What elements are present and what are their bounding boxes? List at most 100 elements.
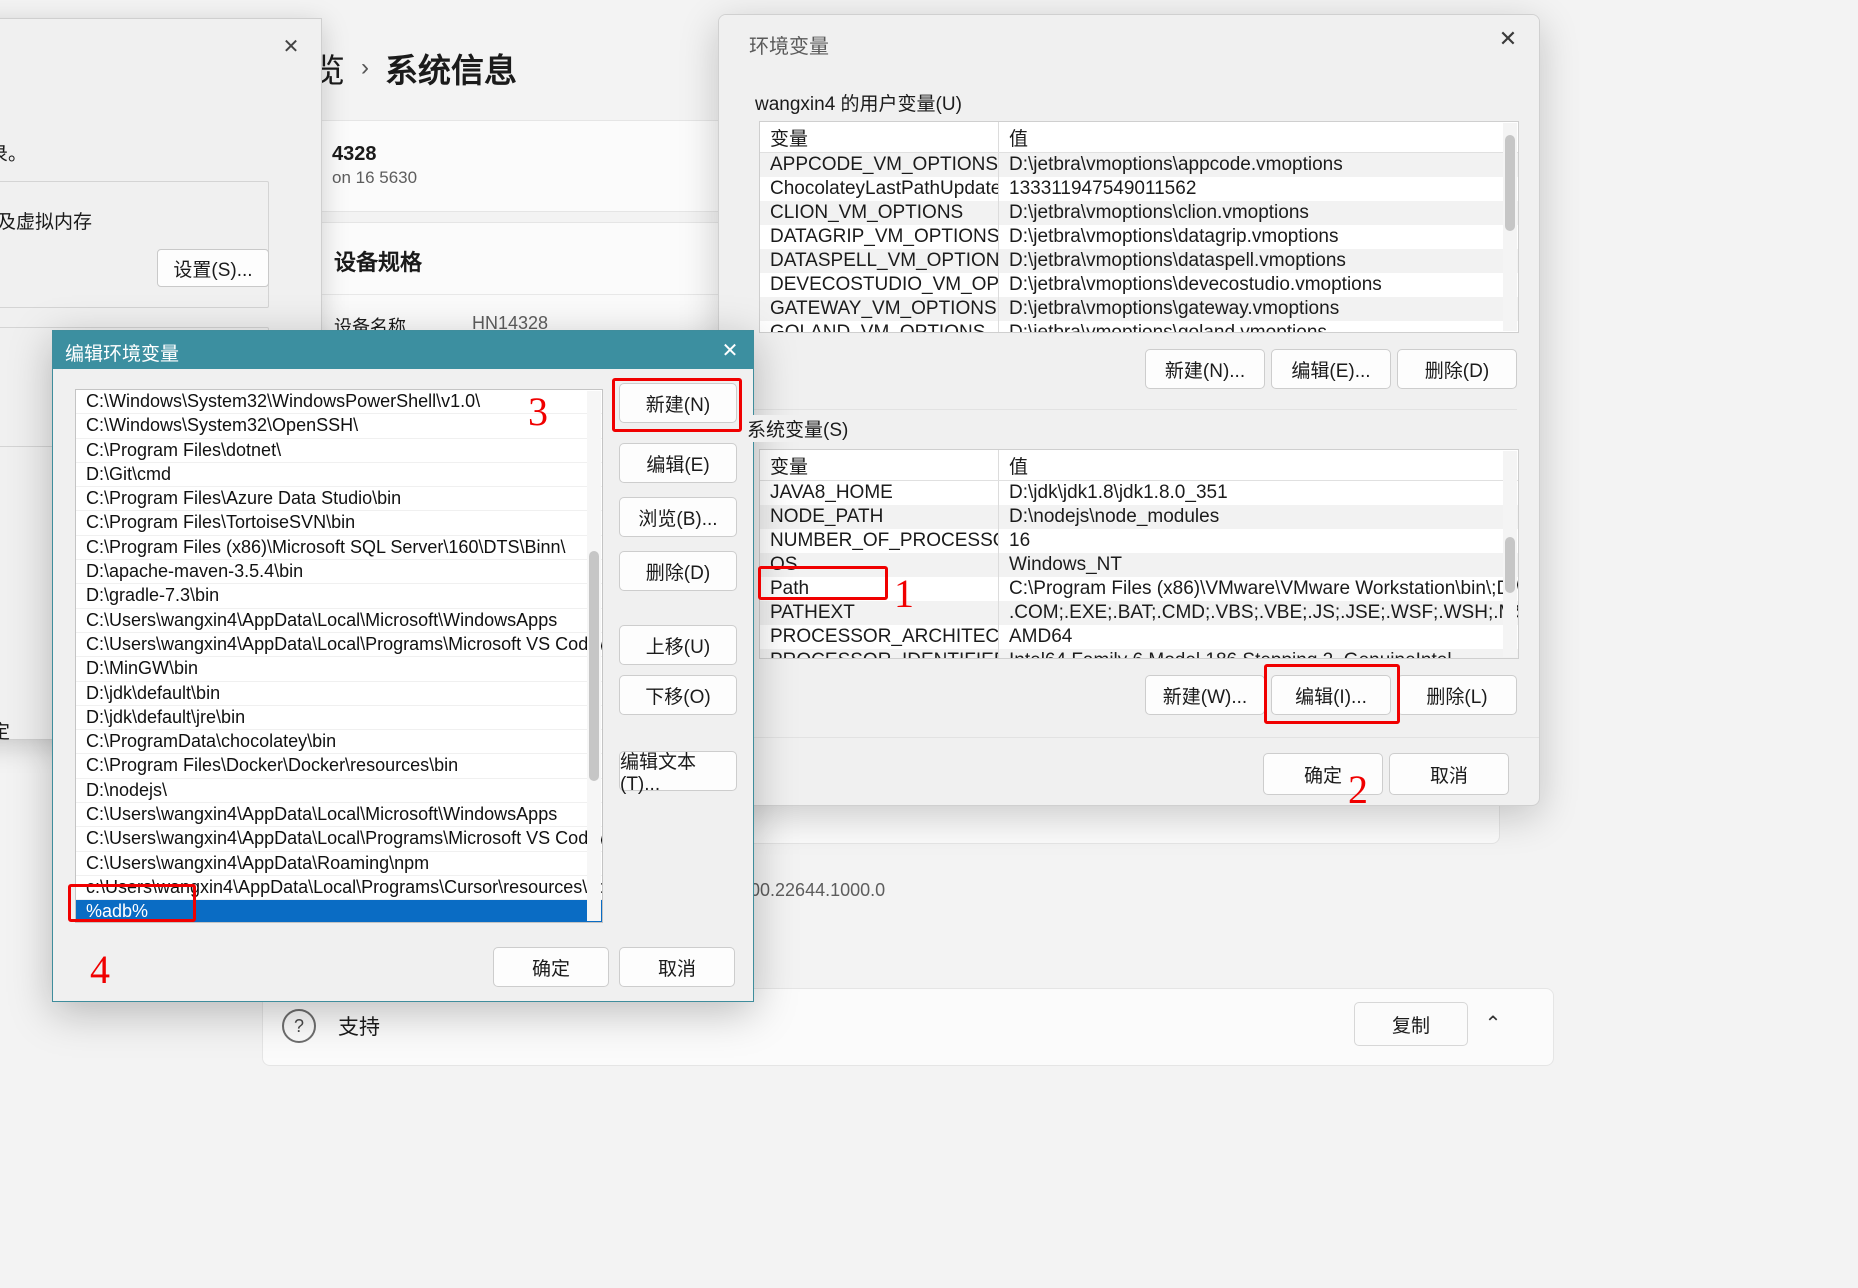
scrollbar-thumb[interactable] bbox=[1505, 537, 1515, 593]
list-item[interactable]: D:\gradle-7.3\bin bbox=[76, 584, 602, 609]
table-row[interactable]: CLION_VM_OPTIONS D:\jetbra\vmoptions\clio… bbox=[760, 201, 1518, 225]
variable-name-cell: ChocolateyLastPathUpdate bbox=[770, 178, 998, 199]
system-table-scrollbar[interactable] bbox=[1503, 451, 1517, 657]
list-item[interactable]: C:\Program Files\Azure Data Studio\bin bbox=[76, 487, 602, 512]
variable-value-cell: D:\jetbra\vmoptions\clion.vmoptions bbox=[1009, 202, 1309, 223]
close-icon[interactable]: ✕ bbox=[707, 331, 753, 369]
scrollbar-thumb[interactable] bbox=[1505, 135, 1515, 231]
path-edit-text-button[interactable]: 编辑文本(T)... bbox=[619, 751, 737, 795]
system-delete-button[interactable]: 删除(L) bbox=[1397, 675, 1517, 715]
user-delete-button[interactable]: 删除(D) bbox=[1397, 349, 1517, 389]
list-item[interactable]: D:\jdk\default\bin bbox=[76, 682, 602, 706]
table-row[interactable]: GOLAND_VM_OPTIONS D:\jetbra\vmoptions\gol… bbox=[760, 321, 1518, 333]
virtual-memory-group bbox=[0, 181, 269, 308]
table-row[interactable]: PATHEXT .COM;.EXE;.BAT;.CMD;.VBS;.VBE;.JS… bbox=[760, 601, 1518, 625]
user-edit-button[interactable]: 编辑(E)... bbox=[1271, 349, 1391, 389]
system-variables-table[interactable]: 变量 值 JAVA8_HOME D:\jdk\jdk1.8\jdk1.8.0_35… bbox=[759, 449, 1519, 659]
user-table-header: 变量 值 bbox=[760, 122, 1518, 153]
variable-value-cell: D:\jetbra\vmoptions\appcode.vmoptions bbox=[1009, 154, 1343, 175]
system-new-button[interactable]: 新建(W)... bbox=[1145, 675, 1265, 715]
list-item[interactable]: C:\Program Files\Docker\Docker\resources… bbox=[76, 754, 602, 779]
system-edit-button[interactable]: 编辑(I)... bbox=[1271, 675, 1391, 715]
table-row[interactable]: NUMBER_OF_PROCESSORS 16 bbox=[760, 529, 1518, 553]
table-row[interactable]: DATAGRIP_VM_OPTIONS D:\jetbra\vmoptions\d… bbox=[760, 225, 1518, 249]
edit-cancel-button[interactable]: 取消 bbox=[619, 947, 735, 987]
list-item[interactable]: C:\Users\wangxin4\AppData\Local\Microsof… bbox=[76, 609, 602, 633]
close-icon[interactable]: ✕ bbox=[1477, 15, 1539, 63]
env-titlebar: 环境变量 ✕ bbox=[719, 15, 1539, 69]
variable-value-cell: D:\jetbra\vmoptions\goland.vmoptions bbox=[1009, 322, 1327, 333]
path-delete-button[interactable]: 删除(D) bbox=[619, 551, 737, 591]
list-item[interactable]: C:\Program Files\dotnet\ bbox=[76, 439, 602, 463]
left-dialog-ok-button[interactable]: 定 bbox=[0, 717, 10, 744]
list-item[interactable]: D:\Git\cmd bbox=[76, 463, 602, 488]
edit-environment-variable-dialog: 编辑环境变量 ✕ C:\Windows\System32\WindowsPowe… bbox=[52, 330, 754, 1002]
table-row[interactable]: PROCESSOR_IDENTIFIERIntel64 Family 6 Mod… bbox=[760, 649, 1518, 658]
path-new-button[interactable]: 新建(N) bbox=[619, 383, 737, 423]
table-row[interactable]: NODE_PATH D:\nodejs\node_modules bbox=[760, 505, 1518, 529]
list-item[interactable]: C:\ProgramData\chocolatey\bin bbox=[76, 730, 602, 755]
table-row[interactable]: Path C:\Program Files (x86)\VMware\VMware… bbox=[760, 577, 1518, 601]
variable-value-cell: Windows_NT bbox=[1009, 554, 1122, 575]
variable-value-cell: 16 bbox=[1009, 530, 1031, 551]
list-item[interactable]: D:\MinGW\bin bbox=[76, 657, 602, 682]
path-move-down-button[interactable]: 下移(O) bbox=[619, 675, 737, 715]
path-browse-button[interactable]: 浏览(B)... bbox=[619, 497, 737, 537]
variable-value-cell: D:\jetbra\vmoptions\dataspell.vmoptions bbox=[1009, 250, 1346, 271]
list-item[interactable]: C:\Users\wangxin4\AppData\Local\Programs… bbox=[76, 827, 602, 852]
user-table-body[interactable]: APPCODE_VM_OPTIONS D:\jetbra\vmoptions\ap… bbox=[760, 153, 1518, 333]
settings-button[interactable]: 设置(S)... bbox=[157, 249, 269, 287]
system-table-body[interactable]: JAVA8_HOME D:\jdk\jdk1.8\jdk1.8.0_351 NODE… bbox=[760, 481, 1518, 658]
table-row[interactable]: PROCESSOR_ARCHITECTURE AMD64 bbox=[760, 625, 1518, 649]
list-item[interactable]: c:\Users\wangxin4\AppData\Local\Programs… bbox=[76, 876, 602, 901]
copy-button[interactable]: 复制 bbox=[1354, 1002, 1468, 1046]
variable-name-cell: DEVECOSTUDIO_VM_OPTIO... bbox=[770, 274, 998, 295]
variable-name-cell: CLION_VM_OPTIONS bbox=[770, 202, 964, 223]
env-window-title: 环境变量 bbox=[749, 36, 829, 58]
list-item[interactable]: C:\Program Files\TortoiseSVN\bin bbox=[76, 511, 602, 536]
section-divider bbox=[741, 409, 1517, 410]
table-row[interactable]: GATEWAY_VM_OPTIONS D:\jetbra\vmoptions\ga… bbox=[760, 297, 1518, 321]
list-item[interactable]: D:\jdk\default\jre\bin bbox=[76, 706, 602, 731]
edit-ok-button[interactable]: 确定 bbox=[493, 947, 609, 987]
scrollbar-thumb[interactable] bbox=[589, 551, 599, 781]
table-row[interactable]: DATASPELL_VM_OPTIONS D:\jetbra\vmoptions\… bbox=[760, 249, 1518, 273]
breadcrumb[interactable]: 览 › 系统信息 bbox=[312, 44, 517, 92]
variable-value-cell: D:\jdk\jdk1.8\jdk1.8.0_351 bbox=[1009, 482, 1228, 503]
list-item[interactable]: D:\apache-maven-3.5.4\bin bbox=[76, 560, 602, 585]
table-row[interactable]: DEVECOSTUDIO_VM_OPTIO... D:\jetbra\vmopti… bbox=[760, 273, 1518, 297]
variable-value-cell: AMD64 bbox=[1009, 626, 1073, 647]
list-item-selected[interactable]: %adb% bbox=[76, 900, 602, 922]
list-item[interactable]: C:\Users\wangxin4\AppData\Local\Microsof… bbox=[76, 803, 602, 828]
device-id-line1: 4328 bbox=[332, 143, 377, 165]
user-table-scrollbar[interactable] bbox=[1503, 123, 1517, 331]
path-edit-button[interactable]: 编辑(E) bbox=[619, 443, 737, 483]
list-item[interactable]: C:\Windows\System32\OpenSSH\ bbox=[76, 414, 602, 439]
path-list-body[interactable]: C:\Windows\System32\WindowsPowerShell\v1… bbox=[76, 390, 602, 922]
user-variables-table[interactable]: 变量 值 APPCODE_VM_OPTIONS D:\jetbra\vmoptio… bbox=[759, 121, 1519, 333]
list-item[interactable]: C:\Windows\System32\WindowsPowerShell\v1… bbox=[76, 390, 602, 415]
environment-variables-window: 环境变量 ✕ wangxin4 的用户变量(U) 变量 值 APPCODE_VM… bbox=[718, 14, 1540, 806]
path-move-up-button[interactable]: 上移(U) bbox=[619, 625, 737, 665]
path-list-scrollbar[interactable] bbox=[587, 391, 601, 921]
path-entries-list[interactable]: C:\Windows\System32\WindowsPowerShell\v1… bbox=[75, 389, 603, 923]
chevron-up-icon[interactable]: ⌃ bbox=[1472, 1002, 1514, 1044]
left-dialog-close-button[interactable]: ✕ bbox=[273, 31, 309, 61]
system-variables-label: 系统变量(S) bbox=[741, 415, 855, 442]
variable-value-cell: D:\nodejs\node_modules bbox=[1009, 506, 1220, 527]
annotation-number-1: 1 bbox=[894, 571, 914, 616]
variable-name-cell: PROCESSOR_IDENTIFIER bbox=[760, 650, 998, 658]
list-item[interactable]: C:\Users\wangxin4\AppData\Local\Programs… bbox=[76, 633, 602, 658]
edit-dialog-title: 编辑环境变量 bbox=[65, 344, 180, 365]
env-cancel-button[interactable]: 取消 bbox=[1389, 753, 1509, 795]
annotation-number-2: 2 bbox=[1348, 767, 1368, 812]
user-new-button[interactable]: 新建(N)... bbox=[1145, 349, 1265, 389]
table-row[interactable]: OS Windows_NT bbox=[760, 553, 1518, 577]
table-row[interactable]: APPCODE_VM_OPTIONS D:\jetbra\vmoptions\ap… bbox=[760, 153, 1518, 177]
list-item[interactable]: C:\Users\wangxin4\AppData\Roaming\npm bbox=[76, 852, 602, 876]
list-item[interactable]: D:\nodejs\ bbox=[76, 779, 602, 804]
table-row[interactable]: JAVA8_HOME D:\jdk\jdk1.8\jdk1.8.0_351 bbox=[760, 481, 1518, 505]
table-row[interactable]: ChocolateyLastPathUpdate 1333119475490115… bbox=[760, 177, 1518, 201]
variable-name-cell: NUMBER_OF_PROCESSORS bbox=[770, 530, 998, 551]
list-item[interactable]: C:\Program Files (x86)\Microsoft SQL Ser… bbox=[76, 536, 602, 561]
